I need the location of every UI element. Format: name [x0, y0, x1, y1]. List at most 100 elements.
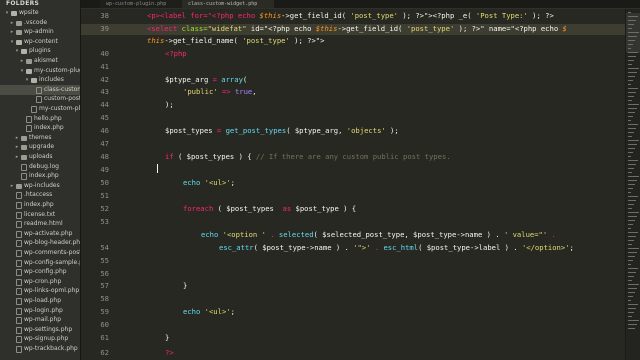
line-number: 54 [100, 243, 109, 252]
file-icon [16, 202, 22, 209]
code-line-50[interactable]: echo '<ul>'; [183, 178, 235, 187]
code-token: ; [569, 243, 574, 252]
minimap-line [628, 184, 635, 185]
folder-icon [26, 68, 32, 74]
file-icon [16, 326, 22, 334]
code-line-48[interactable]: if ( $post_types ) { // If there are any… [165, 152, 451, 161]
file-icon [16, 250, 22, 257]
minimap-line [628, 300, 631, 301]
code-token: class= [177, 24, 208, 33]
code-line-52[interactable]: foreach ( $post_types as $post_type ) { [183, 204, 356, 213]
minimap-line [628, 60, 634, 61]
line-number: 60 [100, 320, 109, 329]
minimap-line [628, 104, 639, 105]
minimap-line [628, 32, 639, 33]
code-token: ); ?>"><?php _e( [398, 11, 476, 20]
code-line-39-wrap[interactable]: this->get_field_name( 'post_type' ); ?>"… [147, 36, 324, 45]
sidebar-file[interactable]: wp-trackback.php [0, 344, 80, 354]
code-token: array [221, 75, 243, 84]
minimap-line [628, 36, 637, 37]
code-line-43[interactable]: 'public' => true, [183, 87, 257, 96]
code-token: '</option>' [521, 243, 570, 252]
line-number: 57 [100, 281, 109, 290]
code-token: get_post_types [225, 126, 287, 135]
folder-icon [26, 59, 32, 64]
code-line-39[interactable]: <select class="widefat" id="<?php echo $… [147, 24, 567, 33]
minimap-line [628, 308, 636, 309]
code-line-44[interactable]: ); [165, 100, 174, 109]
code-line-46[interactable]: $post_types = get_post_types( $ptype_arg… [165, 126, 399, 135]
code-line-38[interactable]: <p><label for="<?php echo $this->get_fie… [147, 11, 554, 20]
minimap-line [628, 160, 638, 161]
line-number: 53 [100, 217, 109, 226]
folder-icon [16, 30, 22, 36]
code-token: selected [278, 230, 314, 239]
code-token: '<ul>' [204, 178, 231, 187]
tab-wp-custom-plugin[interactable]: wp-custom-plugin.php [100, 0, 190, 8]
minimap-line [628, 172, 632, 173]
code-token: // If there are any custom public post t… [255, 152, 451, 161]
minimap-line [628, 288, 637, 289]
code-line-62[interactable]: ?> [165, 348, 174, 357]
minimap-line [628, 292, 635, 293]
code-token: "widefat" [207, 24, 247, 33]
code-token: $post_type ) { [291, 204, 357, 213]
code-token: '">' [353, 243, 371, 252]
code-line-57[interactable]: } [183, 281, 187, 290]
code-line-54-wrap[interactable]: esc_attr( $post_type->name ) . '">' . es… [219, 243, 574, 252]
minimap-line [628, 312, 634, 313]
minimap-line [628, 144, 637, 145]
line-number: 44 [100, 100, 109, 109]
minimap-line [628, 132, 634, 133]
minimap-line [628, 188, 633, 189]
code-token: 'post_type' [242, 36, 290, 45]
file-icon [31, 106, 37, 113]
minimap-line [628, 284, 639, 285]
code-editor[interactable]: 38 39 40 41 42 43 44 45 46 47 48 49 50 51 52 53 54 55 56 57… [81, 9, 625, 360]
code-line-61[interactable]: } [165, 333, 169, 342]
folder-icon [11, 11, 17, 16]
minimap-viewport[interactable] [626, 13, 640, 53]
line-number: 50 [100, 178, 109, 187]
file-icon [16, 278, 22, 286]
minimap-line [628, 152, 633, 153]
sidebar-folders: FOLDERS ▾ wpsite ▸ .vscode ▸ wp-admin ▾ wp-cont… [0, 0, 81, 360]
code-line-54[interactable]: echo '<option ' . selected( $selected_po… [201, 230, 556, 239]
minimap-line [628, 24, 634, 25]
code-line-42[interactable]: $ptype_arg = array( [165, 75, 247, 84]
minimap-line [628, 264, 631, 265]
minimap-line [628, 96, 634, 97]
code-token: } [165, 333, 170, 342]
minimap-line [628, 48, 631, 49]
tab-class-custom-widget[interactable]: class-custom-widget.php [182, 0, 274, 8]
file-icon [16, 269, 22, 277]
minimap-line [628, 120, 631, 121]
code-token: $this [315, 24, 338, 33]
minimap-line [628, 260, 633, 261]
code-line-59[interactable]: echo '<ul>'; [183, 307, 235, 316]
minimap-line [628, 40, 635, 41]
code-token: <?php [165, 49, 187, 58]
file-icon [16, 240, 22, 248]
file-icon [16, 221, 22, 229]
code-token: ( $post_type->name ) . [253, 243, 354, 252]
code-line-40[interactable]: <?php [165, 49, 187, 58]
code-token: 'post_type' [406, 24, 455, 33]
sidebar-title: FOLDERS [6, 0, 40, 7]
minimap-line [628, 148, 635, 149]
code-token: 'public' [183, 87, 218, 96]
line-number: 40 [100, 49, 109, 58]
code-token: foreach [183, 204, 214, 213]
minimap[interactable] [625, 9, 640, 360]
code-token: if [165, 152, 174, 161]
folder-icon [21, 155, 27, 160]
minimap-line [628, 252, 637, 253]
minimap-line [628, 80, 633, 81]
minimap-line [628, 244, 632, 245]
minimap-line [628, 296, 633, 297]
code-token: 'Post Type:' [475, 11, 528, 20]
minimap-line [628, 176, 639, 177]
minimap-line [628, 320, 639, 321]
code-token: = [208, 75, 222, 84]
code-token: ( $post_types ) { [173, 152, 256, 161]
